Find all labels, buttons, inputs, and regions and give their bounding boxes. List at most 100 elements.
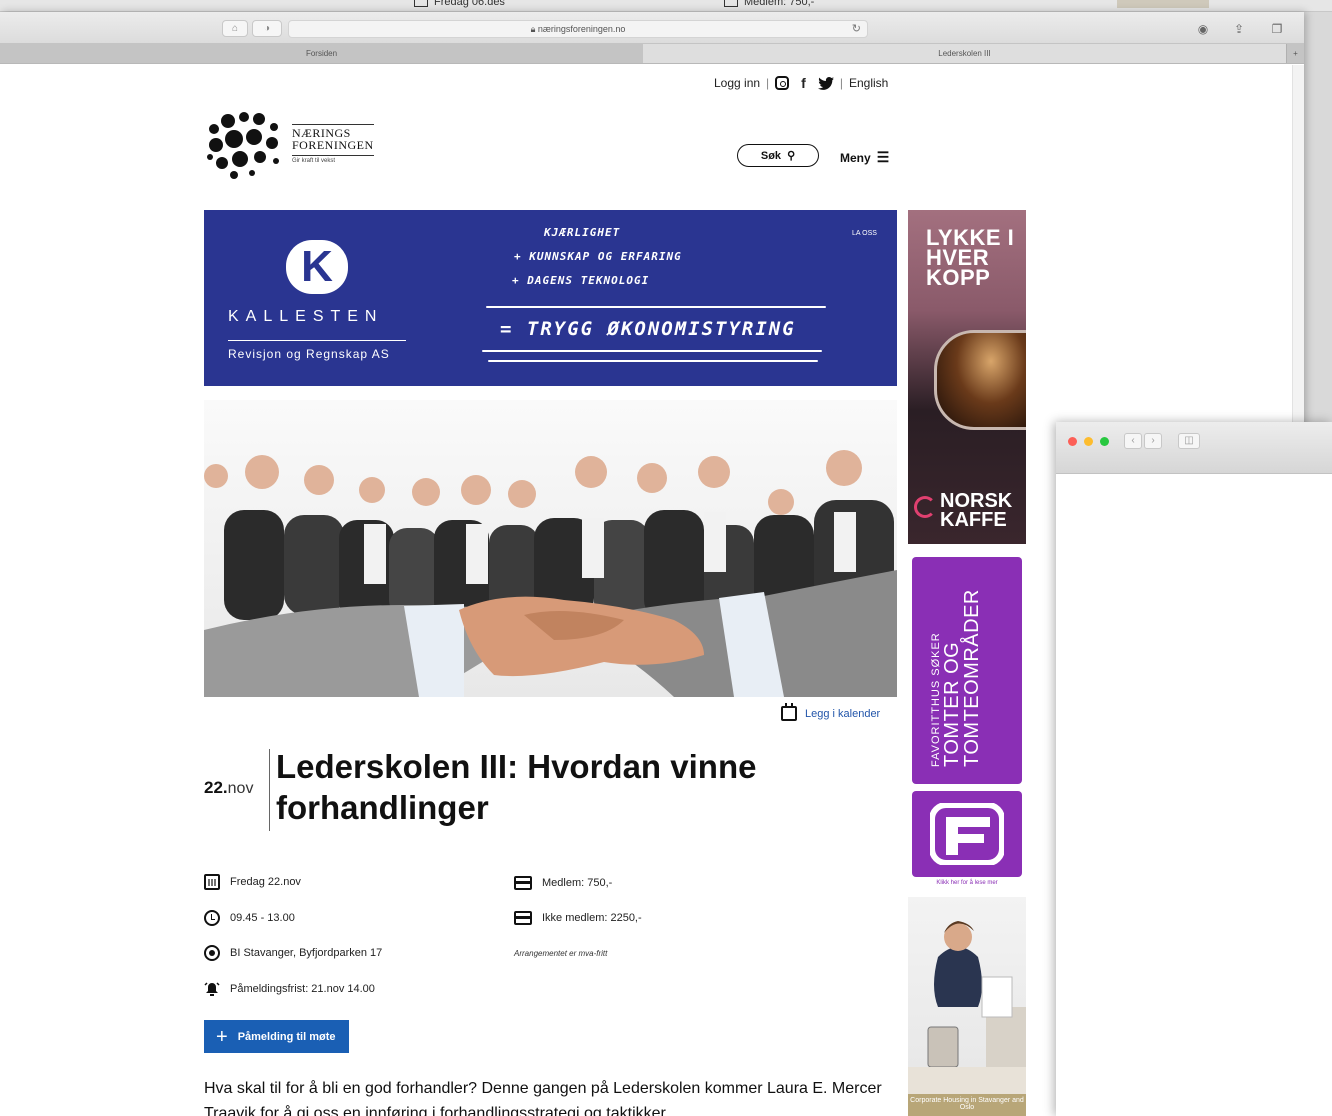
banner-underline bbox=[482, 350, 822, 352]
home-icon[interactable]: ⌂ bbox=[222, 20, 248, 37]
second-window-toolbar: ‹ › ◫ bbox=[1056, 422, 1332, 474]
minimize-icon[interactable] bbox=[1084, 437, 1093, 446]
browser-toolbar: ⌂ ◑ 🔒︎ næringsforeningen.no ↻ ◉ ⇪ ❐ bbox=[0, 12, 1304, 44]
norsk-kaffe-ad[interactable]: LYKKE I HVER KOPP NORSK KAFFE bbox=[908, 210, 1026, 544]
event-deadline-info: Påmeldingsfrist: 21.nov 14.00 bbox=[204, 981, 375, 997]
menu-button[interactable]: Meny ☰ bbox=[840, 149, 889, 166]
calendar-icon bbox=[204, 874, 220, 890]
facebook-icon[interactable]: f bbox=[801, 75, 806, 91]
add-to-calendar-link[interactable]: Legg i kalender bbox=[781, 703, 881, 721]
price-nonmember-text: Ikke medlem: 2250,- bbox=[542, 912, 642, 924]
banner-line: KJÆRLIGHET bbox=[544, 226, 621, 239]
signup-button[interactable]: + Påmelding til møte bbox=[204, 1020, 349, 1053]
search-button[interactable]: Søk ⚲ bbox=[737, 144, 819, 167]
logo-line2: FORENINGEN bbox=[292, 138, 374, 152]
handshake-crowd-illustration bbox=[204, 450, 897, 697]
event-date-text: Fredag 22.nov bbox=[230, 876, 301, 888]
favoritthus-text: FAVORITTHUS SØKER TOMTER OG TOMTEOMRÅDER bbox=[930, 557, 983, 767]
nav-separator: | bbox=[839, 76, 843, 90]
favoritthus-big: TOMTER OG TOMTEOMRÅDER bbox=[941, 589, 983, 767]
f-ad-caption: Klikk her for å lese mer bbox=[936, 880, 998, 886]
card-icon bbox=[514, 876, 532, 890]
close-icon[interactable] bbox=[1068, 437, 1077, 446]
scrollbar[interactable] bbox=[1292, 65, 1304, 425]
tab-forsiden[interactable]: Forsiden bbox=[0, 44, 643, 63]
url-bar[interactable]: 🔒︎ næringsforeningen.no ↻ bbox=[288, 20, 868, 38]
kallesten-logo-icon: K bbox=[286, 240, 348, 294]
sidebar-icon[interactable]: ◫ bbox=[1178, 433, 1200, 449]
vat-note: Arrangementet er mva-fritt bbox=[514, 949, 608, 958]
tab-bar: Forsiden Lederskolen III + bbox=[0, 44, 1304, 64]
banner-underline bbox=[488, 360, 818, 362]
banner-corner: LA OSS bbox=[852, 230, 877, 237]
instagram-icon[interactable] bbox=[775, 76, 790, 90]
alarm-icon bbox=[204, 982, 220, 996]
menu-label: Meny bbox=[840, 150, 871, 165]
back-icon[interactable]: ‹ bbox=[1124, 433, 1142, 449]
bg-button bbox=[1117, 0, 1209, 8]
nav-separator: | bbox=[766, 76, 770, 90]
logo-mark-icon bbox=[207, 112, 279, 179]
kallesten-banner-ad[interactable]: K KALLESTEN Revisjon og Regnskap AS KJÆR… bbox=[204, 210, 897, 386]
login-link[interactable]: Logg inn bbox=[714, 76, 760, 90]
location-icon bbox=[204, 945, 220, 961]
heart-icon bbox=[914, 496, 936, 518]
price-nonmember-info: Ikke medlem: 2250,- bbox=[514, 911, 642, 925]
twitter-icon[interactable] bbox=[817, 76, 834, 90]
event-title: Lederskolen III: Hvordan vinne forhandli… bbox=[276, 748, 757, 826]
search-label: Søk bbox=[760, 149, 782, 162]
banner-line: + KUNNSKAP OG ERFARING bbox=[514, 250, 682, 263]
reload-icon[interactable]: ↻ bbox=[852, 21, 861, 37]
calendar-icon bbox=[414, 0, 428, 7]
event-intro: Hva skal til for å bli en god forhandler… bbox=[204, 1080, 882, 1116]
hero-image bbox=[204, 400, 897, 697]
banner-subtitle: Revisjon og Regnskap AS bbox=[228, 340, 406, 361]
coffee-ad-brand: NORSK KAFFE bbox=[940, 490, 1013, 531]
calendar-link-label: Legg i kalender bbox=[805, 707, 881, 720]
f-logo-icon bbox=[930, 803, 1004, 865]
f-logo-ad[interactable] bbox=[912, 791, 1022, 877]
bg-member-price: Medlem: 750,- bbox=[724, 0, 814, 8]
event-date: 22.nov bbox=[204, 778, 253, 798]
signup-label: Påmelding til møte bbox=[237, 1030, 336, 1043]
logo-tagline: Gir kraft til vekst bbox=[292, 155, 374, 164]
search-icon: ⚲ bbox=[787, 150, 796, 162]
title-divider bbox=[269, 749, 270, 831]
new-tab-button[interactable]: + bbox=[1286, 44, 1304, 63]
coffee-cup-icon bbox=[934, 330, 1026, 430]
event-month: nov bbox=[227, 780, 254, 797]
banner-headline: = TRYGG ØKONOMISTYRING bbox=[500, 318, 796, 340]
share-icon[interactable]: ⇪ bbox=[1226, 20, 1252, 38]
banner-line: + DAGENS TEKNOLOGI bbox=[512, 274, 650, 287]
privacy-icon[interactable]: ◑ bbox=[252, 20, 282, 37]
event-day: 22. bbox=[204, 778, 228, 797]
clock-icon bbox=[204, 910, 220, 926]
corporate-housing-ad[interactable]: Corporate Housing in Stavanger and Oslo bbox=[908, 897, 1026, 1116]
event-time-text: 09.45 - 13.00 bbox=[230, 912, 295, 924]
coffee-ad-title: LYKKE I HVER KOPP bbox=[926, 225, 1015, 290]
price-member-text: Medlem: 750,- bbox=[542, 877, 613, 889]
english-link[interactable]: English bbox=[849, 76, 888, 90]
event-place-info: BI Stavanger, Byfjordparken 17 bbox=[204, 945, 382, 961]
plus-icon: + bbox=[216, 1025, 228, 1048]
banner-underline bbox=[486, 306, 826, 308]
maximize-icon[interactable] bbox=[1100, 437, 1109, 446]
price-member-info: Medlem: 750,- bbox=[514, 876, 612, 890]
event-date-info: Fredag 22.nov bbox=[204, 874, 301, 890]
second-browser-window: ‹ › ◫ bbox=[1056, 422, 1332, 1116]
event-place-text: BI Stavanger, Byfjordparken 17 bbox=[230, 947, 383, 959]
hamburger-icon: ☰ bbox=[876, 149, 890, 165]
bg-date: Fredag 06.des bbox=[414, 0, 505, 8]
tab-lederskolen[interactable]: Lederskolen III bbox=[643, 44, 1286, 63]
event-time-info: 09.45 - 13.00 bbox=[204, 910, 295, 926]
forward-icon[interactable]: › bbox=[1144, 433, 1162, 449]
woman-reading-illustration bbox=[908, 921, 1026, 1097]
event-deadline-text: Påmeldingsfrist: 21.nov 14.00 bbox=[230, 983, 375, 995]
site-logo[interactable]: NÆRINGS FORENINGEN Gir kraft til vekst bbox=[204, 107, 374, 181]
calendar-icon bbox=[781, 703, 797, 721]
favoritthus-ad[interactable]: FAVORITTHUS SØKER TOMTER OG TOMTEOMRÅDER bbox=[912, 557, 1022, 784]
card-icon bbox=[724, 0, 738, 7]
extension-icon[interactable]: ◉ bbox=[1190, 20, 1216, 38]
tabs-overview-icon[interactable]: ❐ bbox=[1264, 20, 1290, 38]
background-window: Fredag 06.des Medlem: 750,- bbox=[0, 0, 1332, 12]
